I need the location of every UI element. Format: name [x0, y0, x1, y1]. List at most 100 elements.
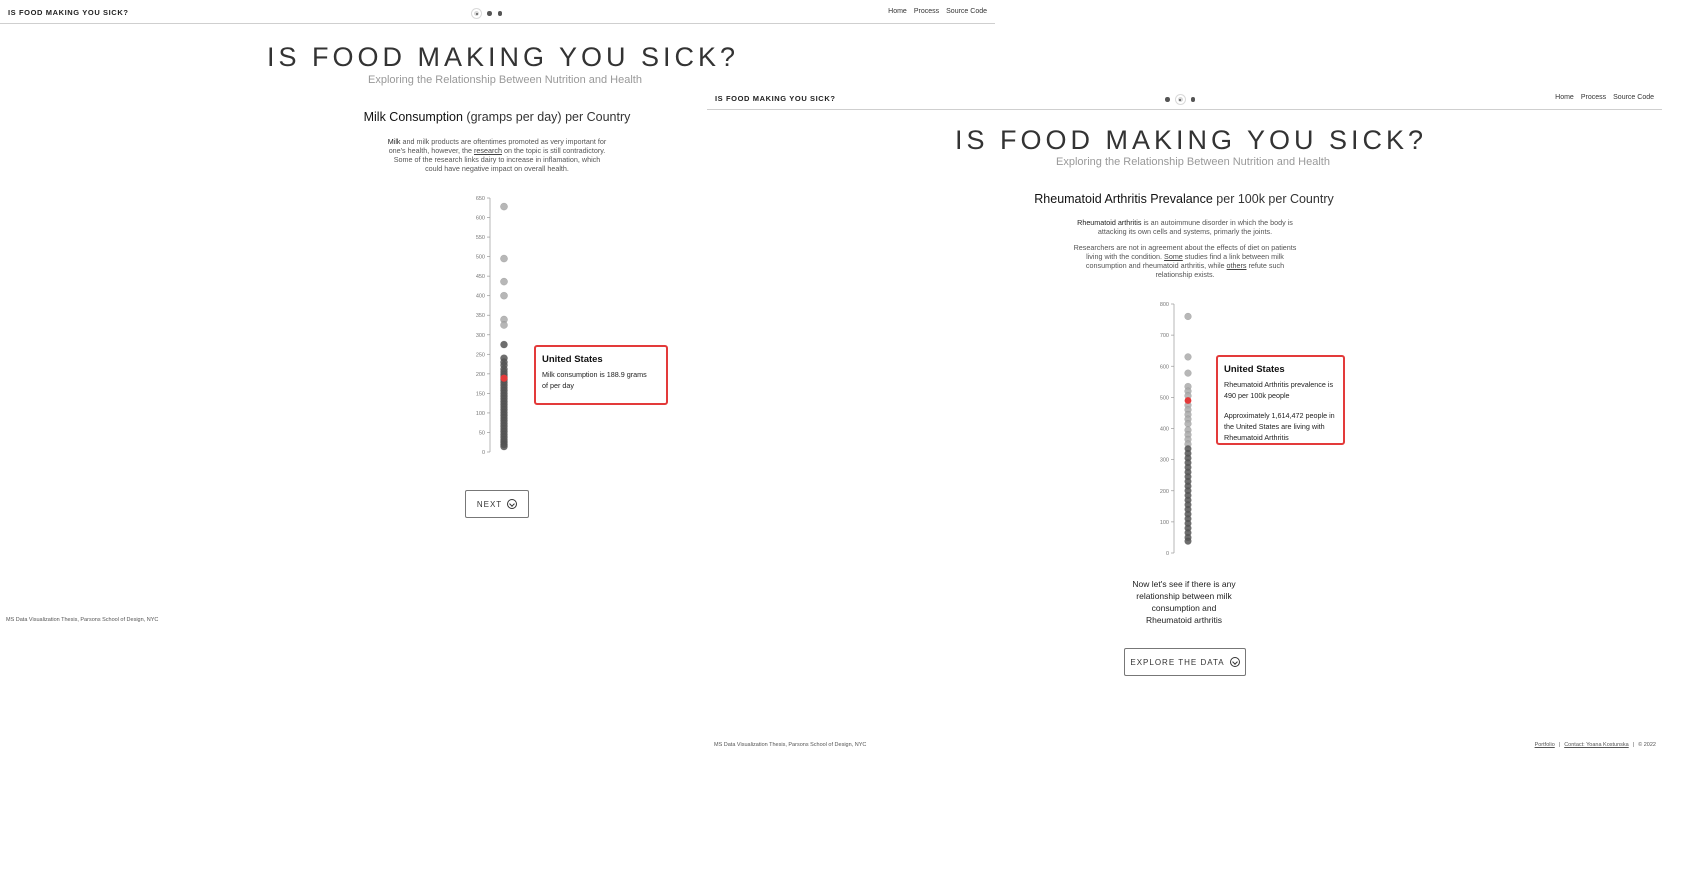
nav-process[interactable]: Process	[914, 8, 939, 15]
contact-link[interactable]: Contact: Yoana Kostunska	[1564, 742, 1629, 748]
desc-text: relationship exists.	[1155, 270, 1215, 280]
page-title: IS FOOD MAKING YOU SICK?	[266, 42, 740, 72]
country-point	[500, 254, 508, 263]
footer-separator: |	[1632, 742, 1635, 748]
outro-line: consumption and	[1151, 603, 1217, 613]
copyright: © 2022	[1638, 742, 1656, 748]
y-tick-label: 600	[1160, 364, 1169, 370]
y-tick-label: 150	[476, 391, 485, 397]
desc-text: consumption and rheumatoid arthritis, wh…	[1085, 261, 1227, 271]
page-dots	[1165, 95, 1195, 104]
desc-text: refute such	[1246, 261, 1285, 271]
desc-text: and milk products are oftentimes promote…	[400, 137, 607, 146]
y-tick-label: 450	[476, 274, 485, 280]
outro-line: Now let's see if there is any	[1132, 579, 1236, 589]
chart-description: Rheumatoid arthritis is an autoimmune di…	[1065, 218, 1305, 280]
desc-text: on the topic is still contradictory.	[501, 146, 606, 156]
page-dots	[472, 9, 502, 18]
y-tick-label: 650	[476, 196, 485, 202]
country-point	[500, 277, 508, 286]
page-dot-2[interactable]	[487, 11, 492, 16]
portfolio-link[interactable]: Portfolio	[1535, 742, 1555, 748]
tooltip-value: Milk consumption is 188.9 grams	[542, 370, 647, 379]
desc-text: attacking its own cells and systems, pri…	[1097, 227, 1273, 237]
country-point	[1184, 420, 1192, 428]
y-tick-label: 800	[1160, 302, 1169, 308]
country-point	[500, 202, 508, 211]
y-tick-label: 250	[476, 352, 485, 358]
desc-text: Some of the research links dairy to incr…	[393, 155, 601, 165]
nav-home[interactable]: Home	[1555, 94, 1574, 101]
country-point	[1184, 353, 1192, 361]
tooltip-country: United States	[542, 354, 603, 365]
chart-title-unit: (gramps per day) per Country	[462, 110, 631, 124]
country-point	[1184, 537, 1192, 545]
research-link[interactable]: research	[474, 146, 502, 155]
country-point	[500, 291, 508, 300]
y-tick-label: 400	[1160, 427, 1169, 433]
tooltip-value-cont: of per day	[542, 381, 574, 390]
country-tooltip: United States Rheumatoid Arthritis preva…	[1216, 355, 1345, 445]
some-studies-link[interactable]: Some	[1164, 252, 1183, 261]
highlighted-country-point	[1184, 397, 1192, 404]
main-nav: Home Process Source Code	[1555, 94, 1654, 101]
desc-text: living with the condition.	[1086, 252, 1165, 262]
page-subtitle: Exploring the Relationship Between Nutri…	[368, 74, 642, 86]
y-tick-label: 500	[1160, 395, 1169, 401]
site-brand[interactable]: IS FOOD MAKING YOU SICK?	[8, 8, 129, 17]
country-point	[500, 321, 508, 329]
outro-text: Now let's see if there is any relationsh…	[1129, 578, 1239, 626]
y-tick-label: 0	[482, 450, 485, 456]
chart-title-metric: Rheumatoid Arthritis Prevalance	[1034, 192, 1213, 206]
y-tick-label: 600	[476, 216, 485, 222]
page-dot-1[interactable]	[472, 9, 481, 18]
page-dot-2[interactable]	[1175, 95, 1185, 104]
page-subtitle: Exploring the Relationship Between Nutri…	[1056, 156, 1330, 168]
explore-data-button[interactable]: EXPLORE THE DATA	[1124, 648, 1246, 676]
y-tick-label: 300	[1160, 458, 1169, 464]
page-dot-3[interactable]	[1190, 97, 1195, 102]
footer-separator: |	[1558, 742, 1561, 748]
page-dot-1[interactable]	[1165, 97, 1170, 102]
y-tick-label: 100	[1160, 520, 1169, 526]
next-button[interactable]: NEXT	[465, 490, 529, 518]
outro-line: relationship between milk	[1136, 591, 1232, 601]
tooltip-country: United States	[1224, 364, 1285, 375]
y-tick-label: 550	[476, 235, 485, 241]
footer-links: Portfolio | Contact: Yoana Kostunska | ©…	[1535, 742, 1656, 748]
nav-source-code[interactable]: Source Code	[946, 8, 987, 15]
country-point	[500, 442, 508, 451]
country-point	[1184, 312, 1192, 321]
desc-text: one's health, however, the	[388, 146, 474, 156]
chart-description: Milk and milk products are oftentimes pr…	[372, 137, 622, 173]
chart-title-unit: per 100k per Country	[1212, 192, 1334, 206]
tooltip-spacer	[1224, 401, 1337, 410]
nav-home[interactable]: Home	[888, 8, 907, 15]
chart-title: Rheumatoid Arthritis Prevalance per 100k…	[1034, 192, 1333, 206]
site-brand[interactable]: IS FOOD MAKING YOU SICK?	[715, 94, 836, 103]
y-tick-label: 500	[476, 255, 485, 261]
nav-source-code[interactable]: Source Code	[1613, 94, 1654, 101]
y-tick-label: 200	[476, 372, 485, 378]
highlighted-country-point	[500, 374, 508, 382]
milk-strip-plot: 0 50 100 150 200 250 300 350 400 450 500 550 600 650	[476, 196, 508, 456]
top-nav-bar: IS FOOD MAKING YOU SICK? Home Process So…	[707, 86, 1662, 110]
y-tick-label: 200	[1160, 489, 1169, 495]
others-link[interactable]: others	[1227, 261, 1247, 270]
desc-keyword: Rheumatoid arthritis	[1077, 218, 1142, 227]
page-dot-3[interactable]	[497, 11, 502, 16]
arrow-circle-icon	[1229, 657, 1240, 667]
explore-button-label: EXPLORE THE DATA	[1130, 657, 1225, 667]
desc-text: studies find a link between milk	[1182, 252, 1284, 262]
y-tick-label: 0	[1166, 551, 1169, 557]
next-button-label: NEXT	[476, 499, 503, 509]
tooltip-people: Approximately 1,614,472 people in	[1224, 411, 1335, 420]
y-tick-label: 50	[479, 430, 485, 436]
nav-process[interactable]: Process	[1581, 94, 1606, 101]
y-tick-label: 400	[476, 294, 485, 300]
country-point	[1184, 369, 1192, 377]
page-title: IS FOOD MAKING YOU SICK?	[954, 125, 1428, 155]
desc-keyword: Milk	[387, 137, 401, 146]
main-nav: Home Process Source Code	[888, 8, 987, 15]
desc-text: is an autoimmune disorder in which the b…	[1141, 218, 1293, 227]
